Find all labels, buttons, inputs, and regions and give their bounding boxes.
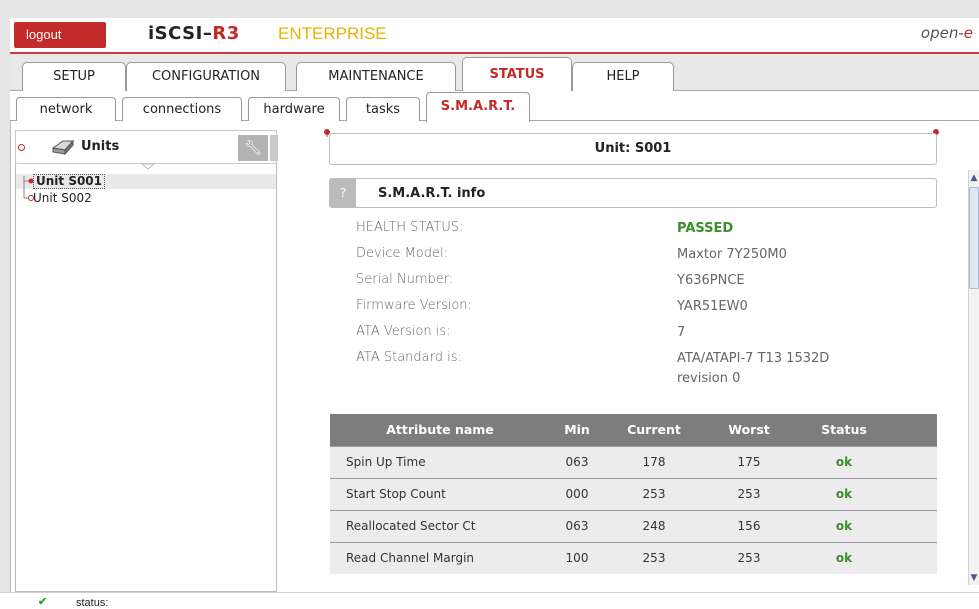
scroll-up-arrow-icon[interactable]: ▲ — [969, 171, 979, 185]
vendor-suffix: e — [963, 24, 973, 42]
table-row: Spin Up Time 063 178 175 ok — [330, 445, 937, 478]
ata-version-label: ATA Version is: — [356, 324, 451, 339]
status-cell: ok — [794, 541, 894, 574]
min-cell: 063 — [550, 509, 604, 542]
subtab-smart[interactable]: S.M.A.R.T. — [426, 92, 530, 122]
tab-setup[interactable]: SETUP — [22, 62, 126, 91]
current-cell: 253 — [604, 541, 704, 574]
table-header-row: Attribute name Min Current Worst Status — [330, 414, 937, 446]
tab-help[interactable]: HELP — [572, 62, 674, 91]
spacer-cell — [894, 509, 937, 542]
status-cell: ok — [794, 509, 894, 542]
current-cell: 178 — [604, 445, 704, 478]
smart-info-title: S.M.A.R.T. info — [378, 186, 486, 201]
spacer-cell — [894, 445, 937, 478]
scrollbar-thumb[interactable] — [969, 187, 979, 289]
unit-title: Unit: S001 — [594, 141, 672, 156]
sub-tab-bar: network connections hardware tasks S.M.A… — [10, 91, 979, 122]
attribute-name-cell: Read Channel Margin — [330, 541, 550, 574]
col-spacer — [894, 414, 937, 446]
vendor-logo: open-e — [921, 24, 973, 42]
unit-title-box: Unit: S001 — [329, 133, 937, 165]
wrench-icon[interactable]: 🔧︎ — [238, 135, 268, 161]
status-bar: status: ✔ — [0, 592, 979, 609]
units-title: Units — [81, 139, 120, 154]
worst-cell: 175 — [704, 445, 794, 478]
brand-main-text: iSCSI– — [148, 23, 213, 44]
table-row: Start Stop Count 000 253 253 ok — [330, 477, 937, 510]
col-status: Status — [794, 414, 894, 446]
subtab-connections[interactable]: connections — [122, 97, 242, 121]
health-status-label: HEALTH STATUS: — [356, 220, 464, 235]
smart-help-button[interactable]: ? — [330, 179, 356, 207]
current-cell: 253 — [604, 477, 704, 510]
tab-status[interactable]: STATUS — [462, 57, 572, 92]
status-cell: ok — [794, 477, 894, 510]
firmware-version-value: YAR51EW0 — [677, 299, 748, 314]
tree-item-unit-s001[interactable]: Unit S001 — [33, 174, 106, 189]
attribute-name-cell: Start Stop Count — [330, 477, 550, 510]
app-window: logout iSCSI–R3 ENTERPRISE open-e SETUP … — [0, 0, 979, 609]
logout-button[interactable]: logout — [14, 22, 106, 48]
firmware-version-label: Firmware Version: — [356, 298, 472, 313]
serial-number-value: Y636PNCE — [677, 273, 745, 288]
hard-drive-icon — [51, 139, 75, 155]
col-worst: Worst — [704, 414, 794, 446]
scroll-down-arrow-icon[interactable]: ▼ — [969, 571, 979, 585]
table-row: Read Channel Margin 100 253 253 ok — [330, 541, 937, 574]
worst-cell: 253 — [704, 477, 794, 510]
min-cell: 100 — [550, 541, 604, 574]
check-icon: ✔ — [38, 596, 48, 608]
attribute-name-cell: Spin Up Time — [330, 445, 550, 478]
status-label: status: — [76, 597, 109, 609]
subtab-network[interactable]: network — [16, 97, 116, 121]
smart-info-header: ? S.M.A.R.T. info — [329, 178, 937, 208]
attribute-name-cell: Reallocated Sector Ct — [330, 509, 550, 542]
vendor-prefix: open- — [920, 24, 964, 42]
subtab-tasks[interactable]: tasks — [346, 97, 420, 121]
min-cell: 063 — [550, 445, 604, 478]
status-cell: ok — [794, 445, 894, 478]
worst-cell: 253 — [704, 541, 794, 574]
col-attribute-name: Attribute name — [330, 414, 550, 446]
spacer-cell — [894, 541, 937, 574]
product-logo: iSCSI–R3 — [148, 23, 240, 44]
smart-attributes-table: Attribute name Min Current Worst Status … — [330, 414, 937, 574]
device-model-value: Maxtor 7Y250M0 — [677, 247, 787, 262]
tab-configuration[interactable]: CONFIGURATION — [126, 62, 286, 91]
edition-label: ENTERPRISE — [278, 24, 387, 43]
units-header: Units 🔧︎ ? — [15, 130, 292, 164]
tree-lines-icon — [23, 176, 34, 201]
serial-number-label: Serial Number: — [356, 272, 454, 287]
health-status-value: PASSED — [677, 221, 734, 236]
table-row: Reallocated Sector Ct 063 248 156 ok — [330, 509, 937, 542]
status-text: status: ✔ — [38, 595, 108, 609]
col-current: Current — [604, 414, 704, 446]
brand-r3-text: R3 — [212, 23, 240, 44]
ata-standard-value: ATA/ATAPI-7 T13 1532D revision 0 — [677, 351, 830, 386]
tree-item-unit-s002[interactable]: Unit S002 — [33, 191, 92, 205]
col-min: Min — [550, 414, 604, 446]
ata-standard-label: ATA Standard is: — [356, 350, 462, 365]
spacer-cell — [894, 477, 937, 510]
device-model-label: Device Model: — [356, 246, 449, 261]
min-cell: 000 — [550, 477, 604, 510]
worst-cell: 156 — [704, 509, 794, 542]
subtab-hardware[interactable]: hardware — [248, 97, 340, 121]
ata-version-value: 7 — [677, 325, 686, 340]
main-tab-bar: SETUP CONFIGURATION MAINTENANCE STATUS H… — [10, 54, 979, 92]
collapse-handle-icon[interactable] — [140, 164, 156, 170]
pin-icon — [18, 144, 25, 151]
tab-maintenance[interactable]: MAINTENANCE — [296, 62, 456, 91]
current-cell: 248 — [604, 509, 704, 542]
